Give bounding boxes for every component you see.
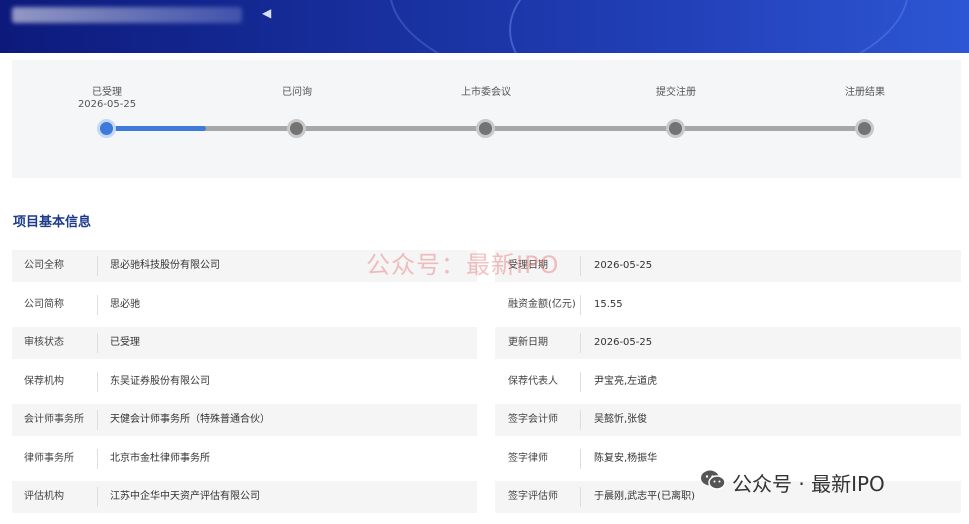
divider — [97, 487, 98, 507]
divider — [97, 449, 98, 469]
info-row-right: 保荐代表人 尹宝亮,左道虎 — [495, 366, 961, 398]
row-label: 保荐代表人 — [508, 376, 558, 387]
row-value: 东吴证券股份有限公司 — [110, 376, 210, 387]
row-value: 吴懿忻,张俊 — [594, 414, 648, 425]
row-value: 思必驰 — [110, 299, 140, 310]
step-label-2: 上市委会议 — [461, 87, 511, 98]
step-node-0 — [97, 119, 116, 138]
row-value: 天健会计师事务所（特殊普通合伙） — [110, 414, 270, 425]
row-label: 公司简称 — [24, 299, 64, 310]
wechat-badge: 公众号 · 最新IPO — [700, 468, 885, 496]
banner-blurred-title — [12, 7, 242, 23]
info-row-right: 更新日期 2026-05-25 — [495, 327, 961, 359]
info-row-right: 签字会计师 吴懿忻,张俊 — [495, 404, 961, 436]
info-row-left: 保荐机构 东吴证券股份有限公司 — [12, 366, 477, 398]
divider — [97, 372, 98, 392]
watermark-text: 公众号：最新IPO — [366, 251, 560, 279]
row-value: 2026-05-25 — [594, 260, 653, 271]
row-label: 签字会计师 — [508, 414, 558, 425]
divider — [97, 295, 98, 315]
divider — [580, 333, 581, 353]
row-label: 评估机构 — [24, 491, 64, 502]
wechat-icon — [700, 469, 726, 495]
row-value: 江苏中企华中天资产评估有限公司 — [110, 491, 260, 502]
row-value: 思必驰科技股份有限公司 — [110, 260, 220, 271]
row-label: 更新日期 — [508, 337, 548, 348]
info-row-left: 公司简称 思必驰 — [12, 289, 477, 321]
row-label: 签字评估师 — [508, 491, 558, 502]
row-value: 陈复安,杨振华 — [594, 453, 658, 464]
wechat-badge-text: 公众号 · 最新IPO — [732, 471, 885, 496]
row-label: 律师事务所 — [24, 453, 74, 464]
divider — [580, 256, 581, 276]
banner-decoration-2 — [389, 0, 909, 53]
row-value: 已受理 — [110, 337, 140, 348]
banner-arrow-icon: ◀ — [262, 6, 272, 20]
row-label: 保荐机构 — [24, 376, 64, 387]
row-value: 北京市金杜律师事务所 — [110, 453, 210, 464]
divider — [580, 372, 581, 392]
divider — [97, 410, 98, 430]
row-label: 公司全称 — [24, 260, 64, 271]
divider — [580, 487, 581, 507]
info-row-right: 融资金额(亿元) 15.55 — [495, 289, 961, 321]
info-row-left: 审核状态 已受理 — [12, 327, 477, 359]
step-node-1 — [287, 119, 306, 138]
row-value: 于晨刚,武志平(已离职) — [594, 491, 695, 502]
divider — [580, 295, 581, 315]
step-label-4: 注册结果 — [845, 87, 885, 98]
row-value: 2026-05-25 — [594, 337, 653, 348]
row-label: 融资金额(亿元) — [508, 299, 576, 310]
divider — [580, 410, 581, 430]
info-row-right: 受理日期 2026-05-25 — [495, 250, 961, 282]
row-label: 签字律师 — [508, 453, 548, 464]
step-node-3 — [666, 119, 685, 138]
step-node-2 — [476, 119, 495, 138]
divider — [97, 333, 98, 353]
step-label-0: 已受理 — [92, 87, 122, 98]
row-value: 15.55 — [594, 299, 623, 310]
info-row-left: 评估机构 江苏中企华中天资产评估有限公司 — [12, 481, 477, 513]
review-progress: 已受理 2026-05-25 已问询 上市委会议 提交注册 注册结果 — [12, 60, 961, 178]
step-node-4 — [855, 119, 874, 138]
section-title: 项目基本信息 — [13, 215, 92, 230]
page: ◀ 已受理 2026-05-25 已问询 上市委会议 提交注册 注册结果 项目基… — [0, 0, 969, 524]
step-date-0: 2026-05-25 — [77, 99, 137, 110]
progress-fill — [107, 126, 206, 131]
divider — [580, 449, 581, 469]
step-label-3: 提交注册 — [656, 87, 696, 98]
row-value: 尹宝亮,左道虎 — [594, 376, 658, 387]
info-row-left: 会计师事务所 天健会计师事务所（特殊普通合伙） — [12, 404, 477, 436]
row-label: 审核状态 — [24, 337, 64, 348]
row-label: 会计师事务所 — [24, 414, 84, 425]
header-banner: ◀ — [0, 0, 969, 53]
step-label-1: 已问询 — [282, 87, 312, 98]
divider — [97, 256, 98, 276]
info-row-left: 律师事务所 北京市金杜律师事务所 — [12, 443, 477, 475]
